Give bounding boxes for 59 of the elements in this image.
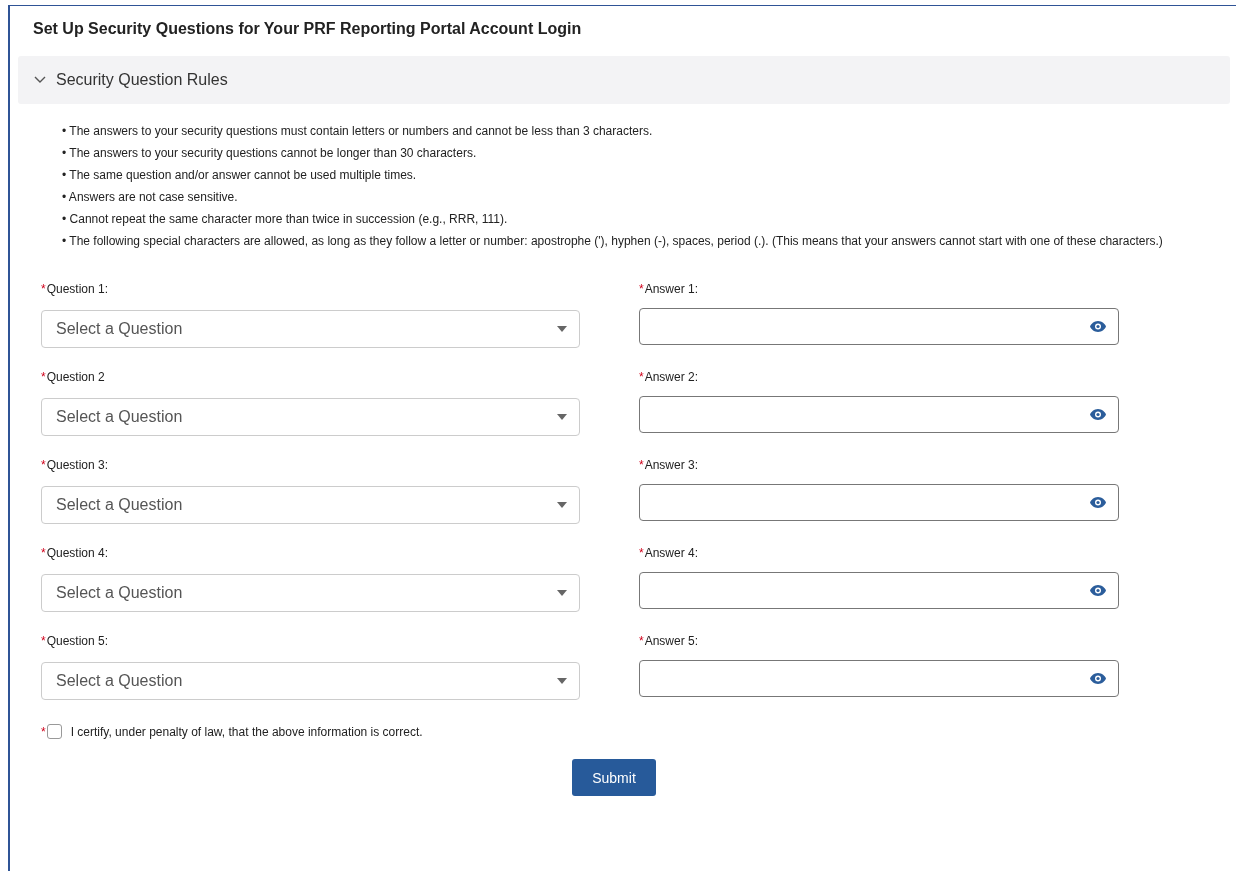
eye-icon[interactable] (1090, 497, 1106, 508)
question-dropdown[interactable]: Select a Question (41, 398, 580, 436)
required-mark: * (41, 282, 46, 296)
question-dropdown[interactable]: Select a Question (41, 486, 580, 524)
required-mark: * (41, 634, 46, 648)
rule-text: • Answers are not case sensitive. (62, 189, 239, 206)
caret-icon (557, 678, 567, 684)
chevron-icon (34, 76, 46, 84)
answer-field[interactable] (639, 308, 1119, 345)
eye-icon[interactable] (1090, 673, 1106, 684)
rule-text: • The answers to your security questions cannot be longer than 30 characters. (62, 145, 478, 162)
required-mark: * (41, 724, 46, 739)
rule-text: • The following special characters are allowed, as long as they follow a letter or number: apostrophe ('), hyphen (-), spaces, period (.). (This means that your answers cannot start with one of these characters.) (62, 233, 1164, 250)
field-label: Question 3: (46, 458, 109, 472)
rule-text: • The answers to your security questions must contain letters or numbers and cannot be less than 3 characters. (62, 123, 654, 140)
accordion-title: Security Question Rules (56, 71, 228, 89)
dropdown-placeholder: Select a Question (56, 320, 183, 338)
required-mark: * (639, 458, 644, 472)
eye-icon[interactable] (1090, 321, 1106, 332)
dropdown-placeholder: Select a Question (56, 496, 183, 514)
question-dropdown[interactable]: Select a Question (41, 574, 580, 612)
required-mark: * (41, 370, 46, 384)
required-mark: * (639, 546, 644, 560)
question-dropdown[interactable]: Select a Question (41, 310, 580, 348)
field-label: Answer 3: (644, 458, 699, 472)
field-label: Answer 5: (644, 634, 699, 648)
question-dropdown[interactable]: Select a Question (41, 662, 580, 700)
field-label: Question 5: (46, 634, 109, 648)
answer-field[interactable] (639, 484, 1119, 521)
caret-icon (557, 414, 567, 420)
field-label: Answer 4: (644, 546, 699, 560)
required-mark: * (639, 282, 644, 296)
caret-icon (557, 502, 567, 508)
answer-field[interactable] (639, 572, 1119, 609)
answer-field[interactable] (639, 396, 1119, 433)
checkbox[interactable] (46, 724, 62, 739)
field-label: Question 4: (46, 546, 109, 560)
caret-icon (557, 326, 567, 332)
dropdown-placeholder: Select a Question (56, 584, 183, 602)
eye-icon[interactable] (1090, 585, 1106, 596)
field-label: Answer 1: (644, 282, 699, 296)
required-mark: * (41, 458, 46, 472)
certify-label: I certify, under penalty of law, that the above information is correct. (70, 724, 423, 739)
accordion-header[interactable]: Security Question Rules (18, 56, 1230, 104)
page-title: Set Up Security Questions for Your PRF Reporting Portal Account Login (32, 20, 583, 38)
required-mark: * (41, 546, 46, 560)
submit-button[interactable]: Submit (572, 759, 656, 796)
required-mark: * (639, 634, 644, 648)
answer-field[interactable] (639, 660, 1119, 697)
rule-text: • Cannot repeat the same character more than twice in succession (e.g., RRR, 111). (62, 211, 509, 228)
dropdown-placeholder: Select a Question (56, 672, 183, 690)
rule-text: • The same question and/or answer cannot be used multiple times. (62, 167, 418, 184)
caret-icon (557, 590, 567, 596)
field-label: Answer 2: (644, 370, 699, 384)
required-mark: * (639, 370, 644, 384)
dropdown-placeholder: Select a Question (56, 408, 183, 426)
eye-icon[interactable] (1090, 409, 1106, 420)
field-label: Question 1: (46, 282, 109, 296)
field-label: Question 2 (46, 370, 105, 384)
